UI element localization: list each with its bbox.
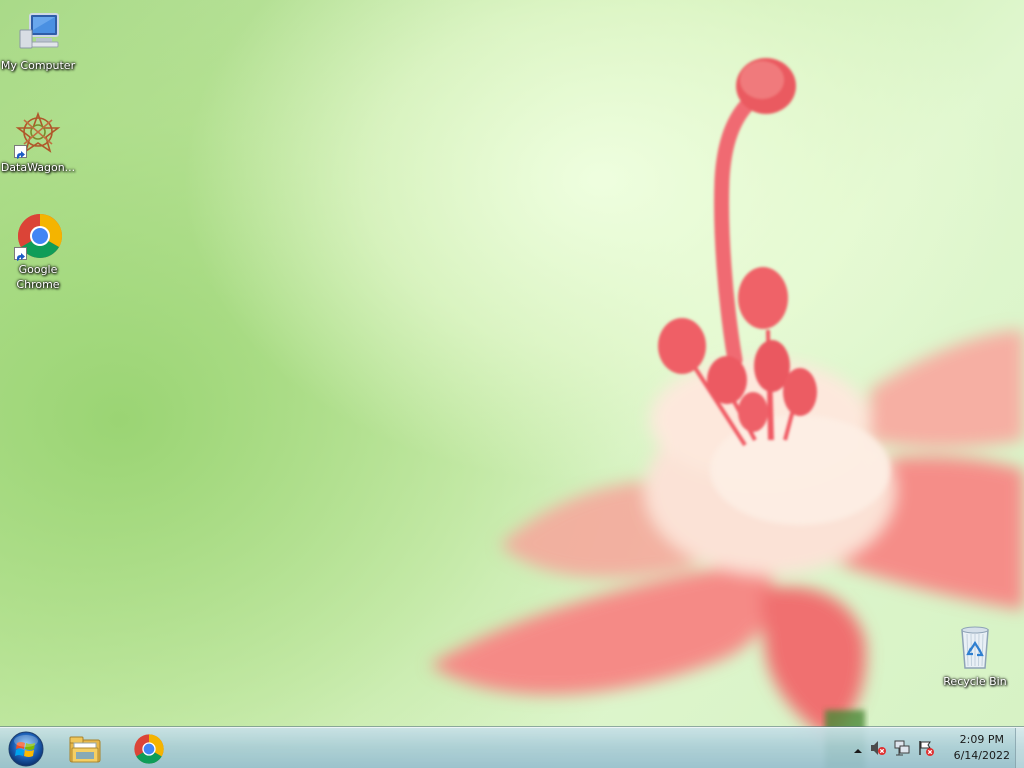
windows-logo-icon <box>8 731 44 767</box>
action-center-flag-icon[interactable] <box>918 740 934 756</box>
recycle-bin-shortcut[interactable]: Recycle Bin <box>937 624 1013 689</box>
chrome-icon <box>14 212 62 261</box>
show-hidden-icons-chevron-icon[interactable] <box>852 742 868 758</box>
taskbar: 2:09 PM 6/14/2022 <box>0 727 1024 768</box>
shortcut-arrow-icon <box>14 247 27 261</box>
shortcut-arrow-icon <box>14 145 27 159</box>
windows-explorer-icon <box>69 736 101 762</box>
my-computer-shortcut[interactable]: My Computer <box>0 8 76 73</box>
icon-label: DataWagon... <box>0 161 76 174</box>
computer-icon <box>14 8 62 56</box>
clock[interactable]: 2:09 PM 6/14/2022 <box>954 732 1010 764</box>
wallpaper-flower <box>430 58 1024 768</box>
google-chrome-shortcut[interactable]: Google Chrome <box>0 212 76 292</box>
taskbar-chrome-button[interactable] <box>120 729 178 768</box>
google-chrome-icon <box>134 733 164 764</box>
clock-date: 6/14/2022 <box>953 749 1010 762</box>
volume-muted-icon[interactable] <box>870 740 886 756</box>
icon-label: My Computer <box>0 59 76 72</box>
start-button[interactable] <box>6 730 46 768</box>
recycle-bin-icon <box>951 624 999 672</box>
clock-time: 2:09 PM <box>959 733 1004 746</box>
system-tray: 2:09 PM 6/14/2022 <box>844 728 1024 768</box>
datawagon-icon <box>14 110 62 159</box>
datawagon-shortcut[interactable]: DataWagon... <box>0 110 76 175</box>
show-desktop-button[interactable] <box>1015 728 1024 768</box>
icon-label: Recycle Bin <box>943 675 1007 688</box>
icon-label: Google Chrome <box>16 263 60 291</box>
desktop[interactable]: My Computer DataWagon... Google Chrome R… <box>0 0 1024 768</box>
taskbar-explorer-button[interactable] <box>56 729 114 768</box>
network-icon[interactable] <box>894 740 910 756</box>
